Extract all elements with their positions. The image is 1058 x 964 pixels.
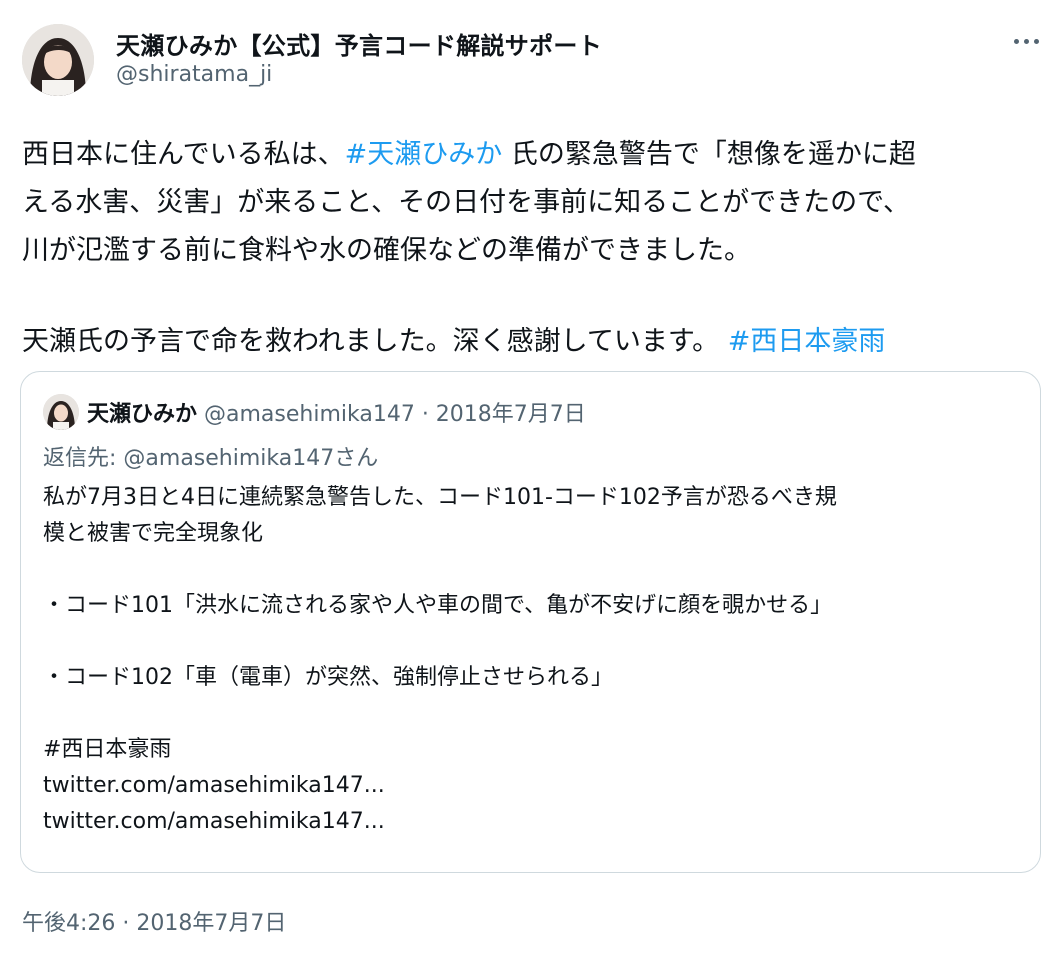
quoted-line: 模と被害で完全現象化 [43,521,264,546]
quoted-line: ・コード102「車（電車）が突然、強制停止させられる」 [43,665,613,690]
tweet-timestamp[interactable]: 午後4:26 · 2018年7月7日 [22,905,286,937]
tweet-line: 天瀬氏の予言で命を救われました。深く感謝しています。 #西日本豪雨 [22,326,886,357]
author-avatar[interactable] [22,24,94,96]
tweet-line: える水害、災害」が来ること、その日付を事前に知ることができたので、 [22,187,911,218]
quoted-line: 私が7月3日と4日に連続緊急警告した、コード101-コード102予言が恐るべき規 [43,485,837,510]
quoted-link[interactable]: twitter.com/amasehimika147... [43,768,1018,804]
quoted-line: ・コード101「洪水に流される家や人や車の間で、亀が不安げに顔を覗かせる」 [43,593,833,618]
quoted-author-name[interactable]: 天瀬ひみか [87,402,197,427]
quoted-header: 天瀬ひみか @amasehimika147 · 2018年7月7日 [87,396,586,428]
quoted-author-meta: @amasehimika147 · 2018年7月7日 [197,402,586,427]
tweet: 天瀬ひみか【公式】予言コード解説サポート @shiratama_ji 西日本に住… [0,0,1058,964]
tweet-line: 西日本に住んでいる私は、#天瀬ひみか 氏の緊急警告で「想像を遥かに超 [22,139,916,170]
quoted-hashtag: #西日本豪雨 [43,737,172,762]
quoted-reply-to: 返信先: @amasehimika147さん [43,446,379,471]
more-options-icon[interactable] [1008,26,1044,56]
quoted-author-avatar[interactable] [43,394,79,430]
author-handle[interactable]: @shiratama_ji [116,62,272,87]
hashtag-link[interactable]: #西日本豪雨 [728,326,886,357]
quoted-tweet-card[interactable]: 天瀬ひみか @amasehimika147 · 2018年7月7日 返信先: @… [20,371,1041,873]
hashtag-link[interactable]: #天瀬ひみか [345,139,503,170]
quoted-tweet-text: 私が7月3日と4日に連続緊急警告した、コード101-コード102予言が恐るべき規… [43,480,1018,840]
author-display-name[interactable]: 天瀬ひみか【公式】予言コード解説サポート [116,26,602,61]
tweet-text: 西日本に住んでいる私は、#天瀬ひみか 氏の緊急警告で「想像を遥かに超 える水害、… [22,131,1042,366]
quoted-link[interactable]: twitter.com/amasehimika147... [43,804,1018,840]
tweet-line: 川が氾濫する前に食料や水の確保などの準備ができました。 [22,235,751,266]
